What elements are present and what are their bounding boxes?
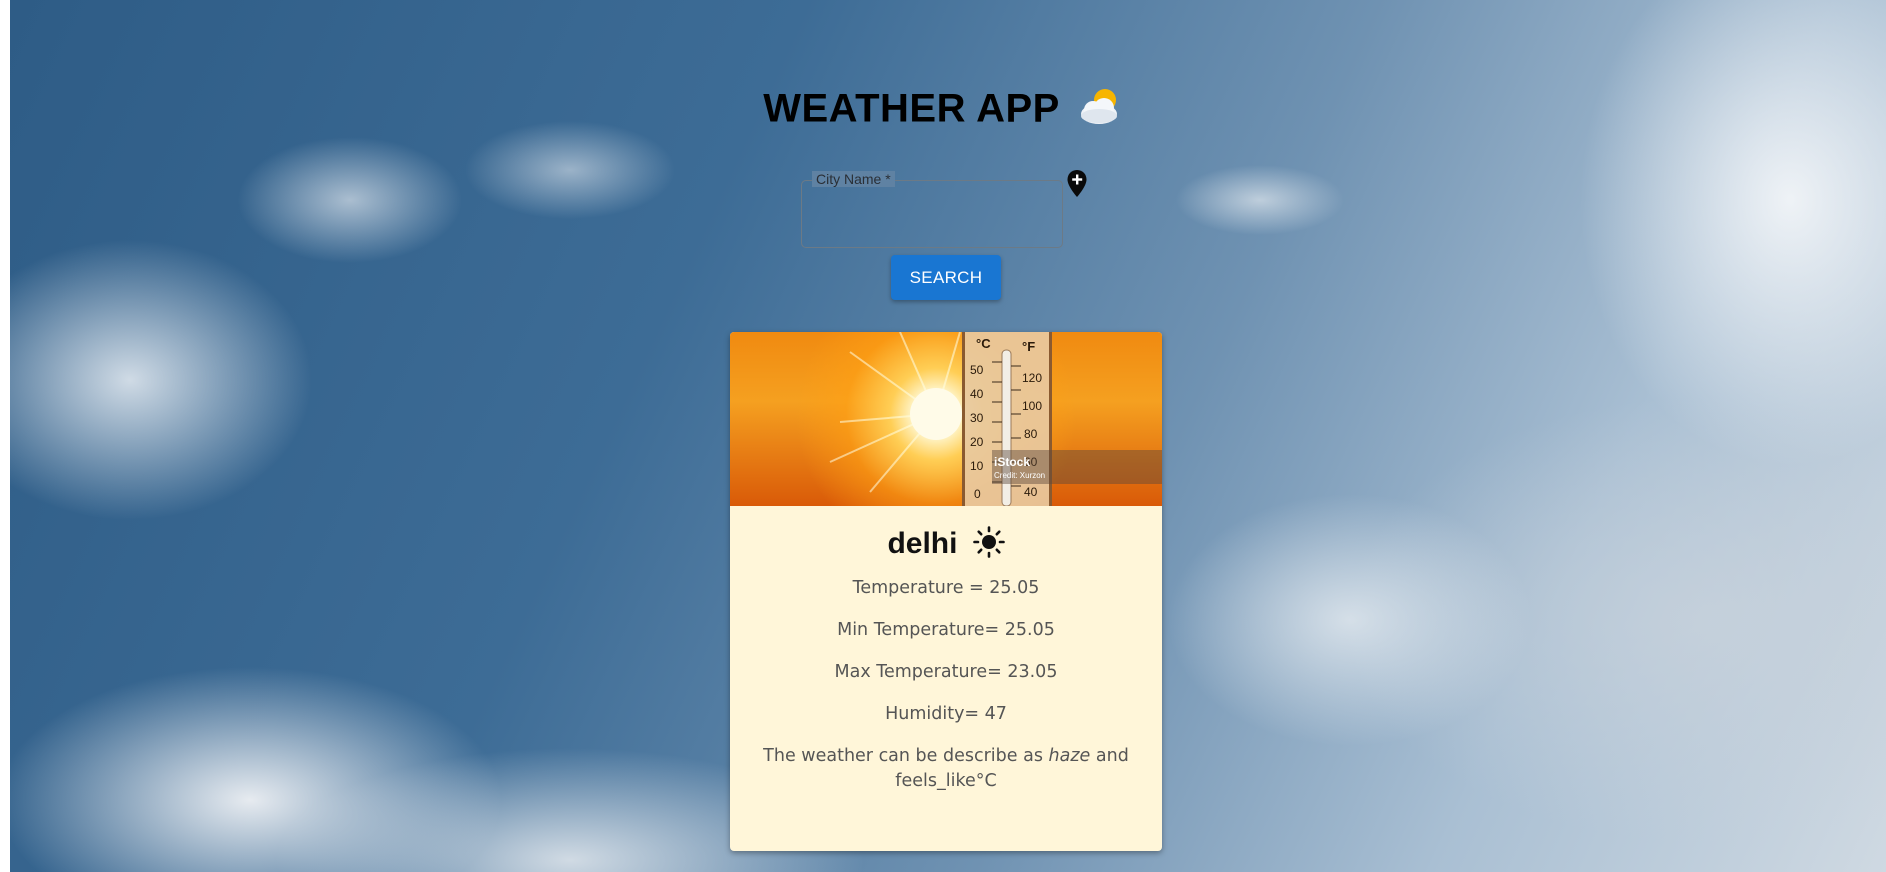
celsius-tick-label: 30 — [970, 411, 984, 425]
description-prefix: The weather can be describe as — [763, 746, 1043, 766]
watermark-brand: iStock — [994, 455, 1030, 469]
fahrenheit-tick-label: 40 — [1024, 485, 1038, 499]
celsius-tick-label: 0 — [974, 487, 981, 501]
celsius-tick-label: 40 — [970, 387, 984, 401]
title-text: WEATHER APP — [763, 86, 1060, 131]
page-title: WEATHER APP — [0, 86, 1886, 136]
city-heading: delhi — [730, 526, 1162, 562]
weather-description: The weather can be describe as haze and … — [730, 744, 1162, 794]
weather-image: °C °F 50 40 30 20 10 0 120 100 80 60 40 … — [730, 332, 1162, 506]
celsius-unit-label: °C — [976, 336, 991, 351]
card-content: delhi Temperature = 25.05 Min Temperatur… — [730, 506, 1162, 794]
city-name: delhi — [887, 527, 958, 560]
celsius-tick-label: 10 — [970, 459, 984, 473]
add-location-icon[interactable] — [1067, 170, 1087, 198]
city-name-input[interactable] — [802, 181, 1062, 247]
watermark-credit: Credit: Xurzon — [994, 471, 1045, 480]
fahrenheit-tick-label: 100 — [1022, 399, 1042, 413]
sun-behind-cloud-icon — [1077, 86, 1123, 136]
city-name-field[interactable]: City Name * — [801, 171, 1063, 248]
search-button[interactable]: SEARCH — [891, 255, 1001, 300]
weather-condition: haze — [1048, 746, 1091, 766]
temperature-text: Temperature = 25.05 — [852, 578, 1040, 598]
fahrenheit-tick-label: 80 — [1024, 427, 1038, 441]
sun-icon — [972, 526, 1005, 562]
celsius-tick-label: 50 — [970, 363, 984, 377]
humidity-text: Humidity= 47 — [885, 704, 1007, 724]
fahrenheit-unit-label: °F — [1022, 339, 1035, 354]
min-temperature-text: Min Temperature= 25.05 — [837, 620, 1055, 640]
fahrenheit-tick-label: 120 — [1022, 371, 1042, 385]
max-temperature-text: Max Temperature= 23.05 — [834, 662, 1058, 682]
weather-card: °C °F 50 40 30 20 10 0 120 100 80 60 40 … — [730, 332, 1162, 851]
celsius-tick-label: 20 — [970, 435, 984, 449]
